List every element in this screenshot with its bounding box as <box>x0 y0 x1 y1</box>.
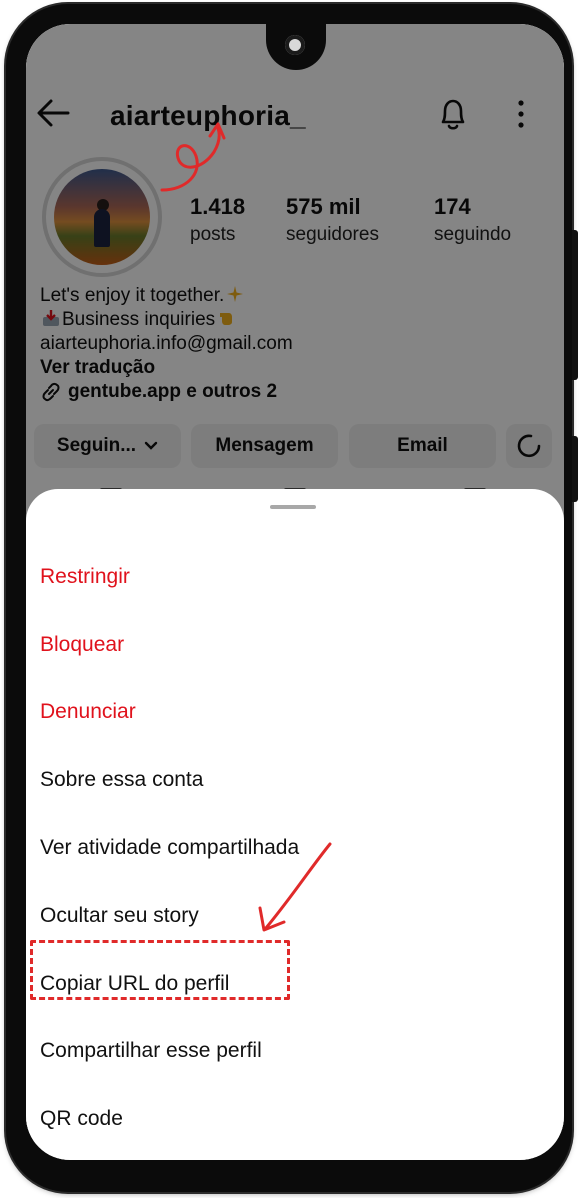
copy-url-highlight <box>30 940 290 1000</box>
menu-item-shared-activity[interactable]: Ver atividade compartilhada <box>26 814 564 882</box>
options-bottom-sheet: Restringir Bloquear Denunciar Sobre essa… <box>26 489 564 1160</box>
phone-frame: aiarteuphoria_ 1.418 posts 575 mil segui… <box>6 4 578 1192</box>
sheet-drag-handle[interactable] <box>270 505 316 509</box>
volume-button <box>572 230 578 380</box>
power-button <box>572 436 578 502</box>
menu-item-restrict[interactable]: Restringir <box>26 543 564 611</box>
menu-item-about-account[interactable]: Sobre essa conta <box>26 746 564 814</box>
options-menu: Restringir Bloquear Denunciar Sobre essa… <box>26 543 564 1153</box>
menu-item-report[interactable]: Denunciar <box>26 679 564 747</box>
phone-screen: aiarteuphoria_ 1.418 posts 575 mil segui… <box>26 24 564 1160</box>
front-camera <box>285 35 305 55</box>
menu-item-share-profile[interactable]: Compartilhar esse perfil <box>26 1018 564 1086</box>
menu-item-qr-code[interactable]: QR code <box>26 1085 564 1153</box>
menu-item-block[interactable]: Bloquear <box>26 611 564 679</box>
